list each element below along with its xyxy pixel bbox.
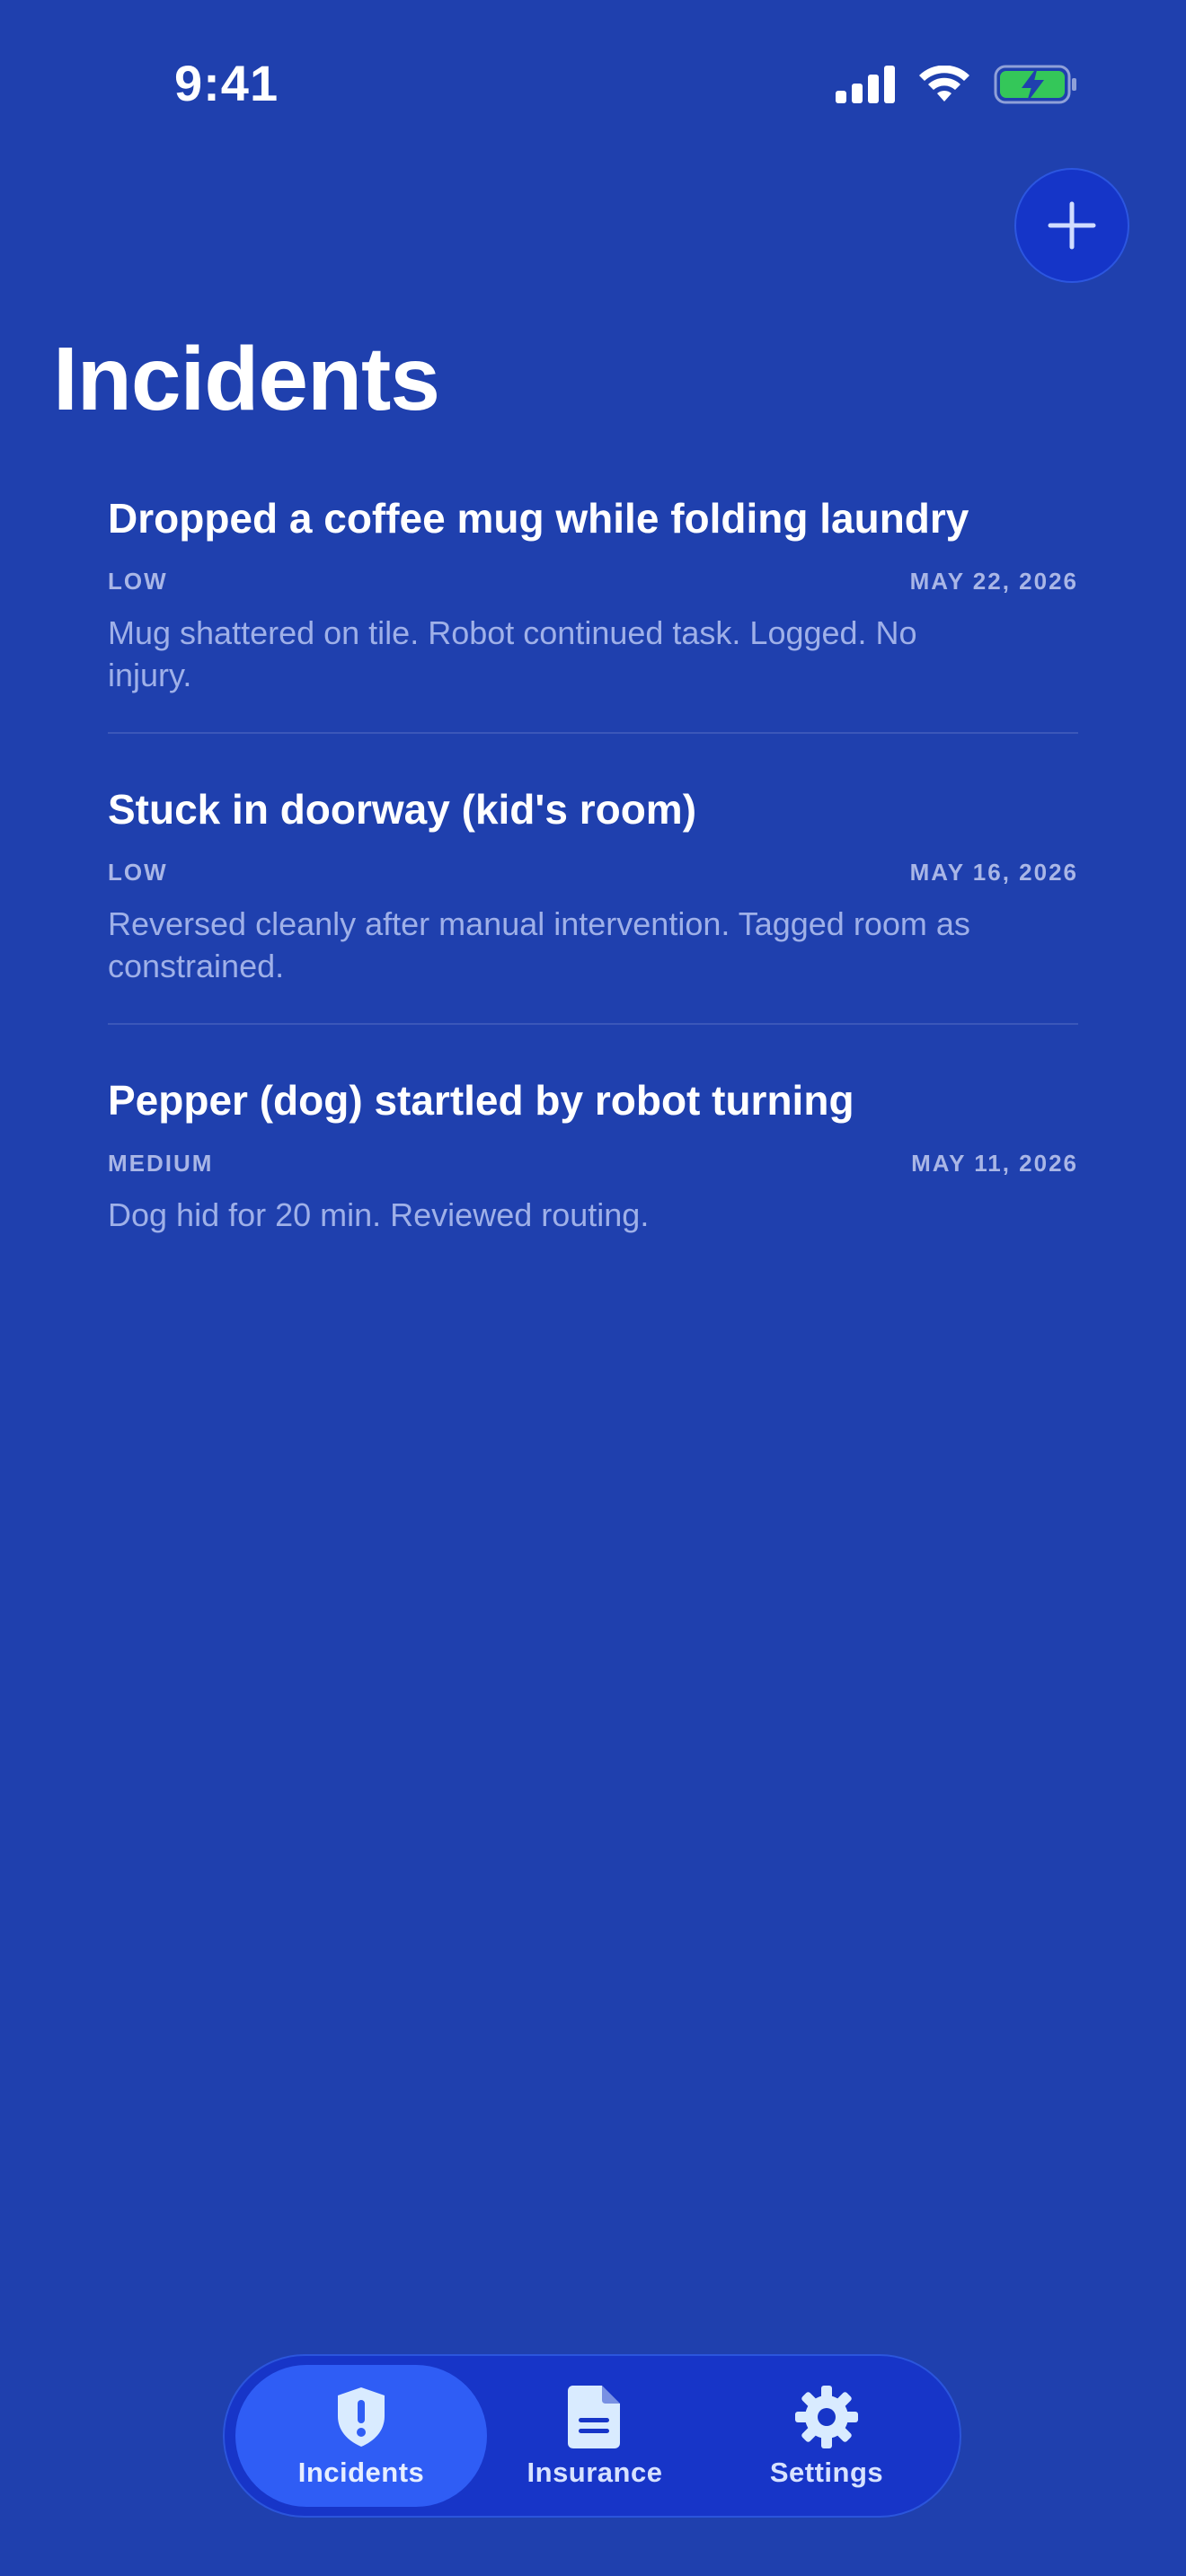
status-bar: 9:41 — [0, 0, 1186, 171]
incident-meta: LOW MAY 16, 2026 — [108, 852, 1078, 892]
tab-insurance[interactable]: Insurance — [469, 2365, 721, 2507]
incident-description: Mug shattered on tile. Robot continued t… — [108, 614, 917, 693]
page-title: Incidents — [53, 329, 440, 429]
severity-label: LOW — [108, 567, 168, 595]
incident-title: Stuck in doorway (kid's room) — [108, 786, 697, 833]
incidents-screen: 9:41 Incidents Dropped a coffee mug whil… — [0, 0, 1186, 2576]
tab-label: Incidents — [297, 2457, 425, 2488]
incident-item[interactable]: Pepper (dog) startled by robot turning M… — [108, 1063, 1078, 1236]
tab-bar: Incidents Insurance Settings — [223, 2354, 961, 2518]
cellular-signal-icon — [836, 66, 895, 103]
battery-charging-icon — [994, 65, 1078, 104]
tab-label: Insurance — [527, 2457, 663, 2488]
add-incident-button[interactable] — [1014, 168, 1129, 283]
incident-date: MAY 16, 2026 — [909, 858, 1078, 886]
incident-item[interactable]: Dropped a coffee mug while folding laund… — [108, 481, 1078, 696]
incident-description: Reversed cleanly after manual interventi… — [108, 905, 970, 984]
severity-label: MEDIUM — [108, 1149, 214, 1177]
incident-title: Pepper (dog) startled by robot turning — [108, 1077, 854, 1124]
document-icon — [568, 2383, 622, 2451]
incident-list: Dropped a coffee mug while folding laund… — [108, 481, 1078, 1236]
incident-item[interactable]: Stuck in doorway (kid's room) LOW MAY 16… — [108, 772, 1078, 987]
incident-date: MAY 22, 2026 — [909, 567, 1078, 595]
status-time: 9:41 — [174, 55, 279, 111]
incident-meta: MEDIUM MAY 11, 2026 — [108, 1143, 1078, 1183]
incident-date: MAY 11, 2026 — [911, 1149, 1078, 1177]
severity-label: LOW — [108, 858, 168, 886]
incident-title: Dropped a coffee mug while folding laund… — [108, 495, 969, 542]
tab-label: Settings — [769, 2457, 884, 2488]
divider — [108, 1023, 1078, 1025]
shield-exclamation-icon — [334, 2383, 388, 2451]
incident-description: Dog hid for 20 min. Reviewed routing. — [108, 1196, 650, 1233]
wifi-icon — [918, 66, 970, 103]
gear-icon — [793, 2383, 860, 2451]
status-icons — [836, 65, 1078, 104]
incident-meta: LOW MAY 22, 2026 — [108, 561, 1078, 601]
divider — [108, 732, 1078, 734]
tab-incidents[interactable]: Incidents — [235, 2365, 487, 2507]
tab-settings[interactable]: Settings — [701, 2365, 952, 2507]
plus-icon — [1048, 201, 1096, 250]
